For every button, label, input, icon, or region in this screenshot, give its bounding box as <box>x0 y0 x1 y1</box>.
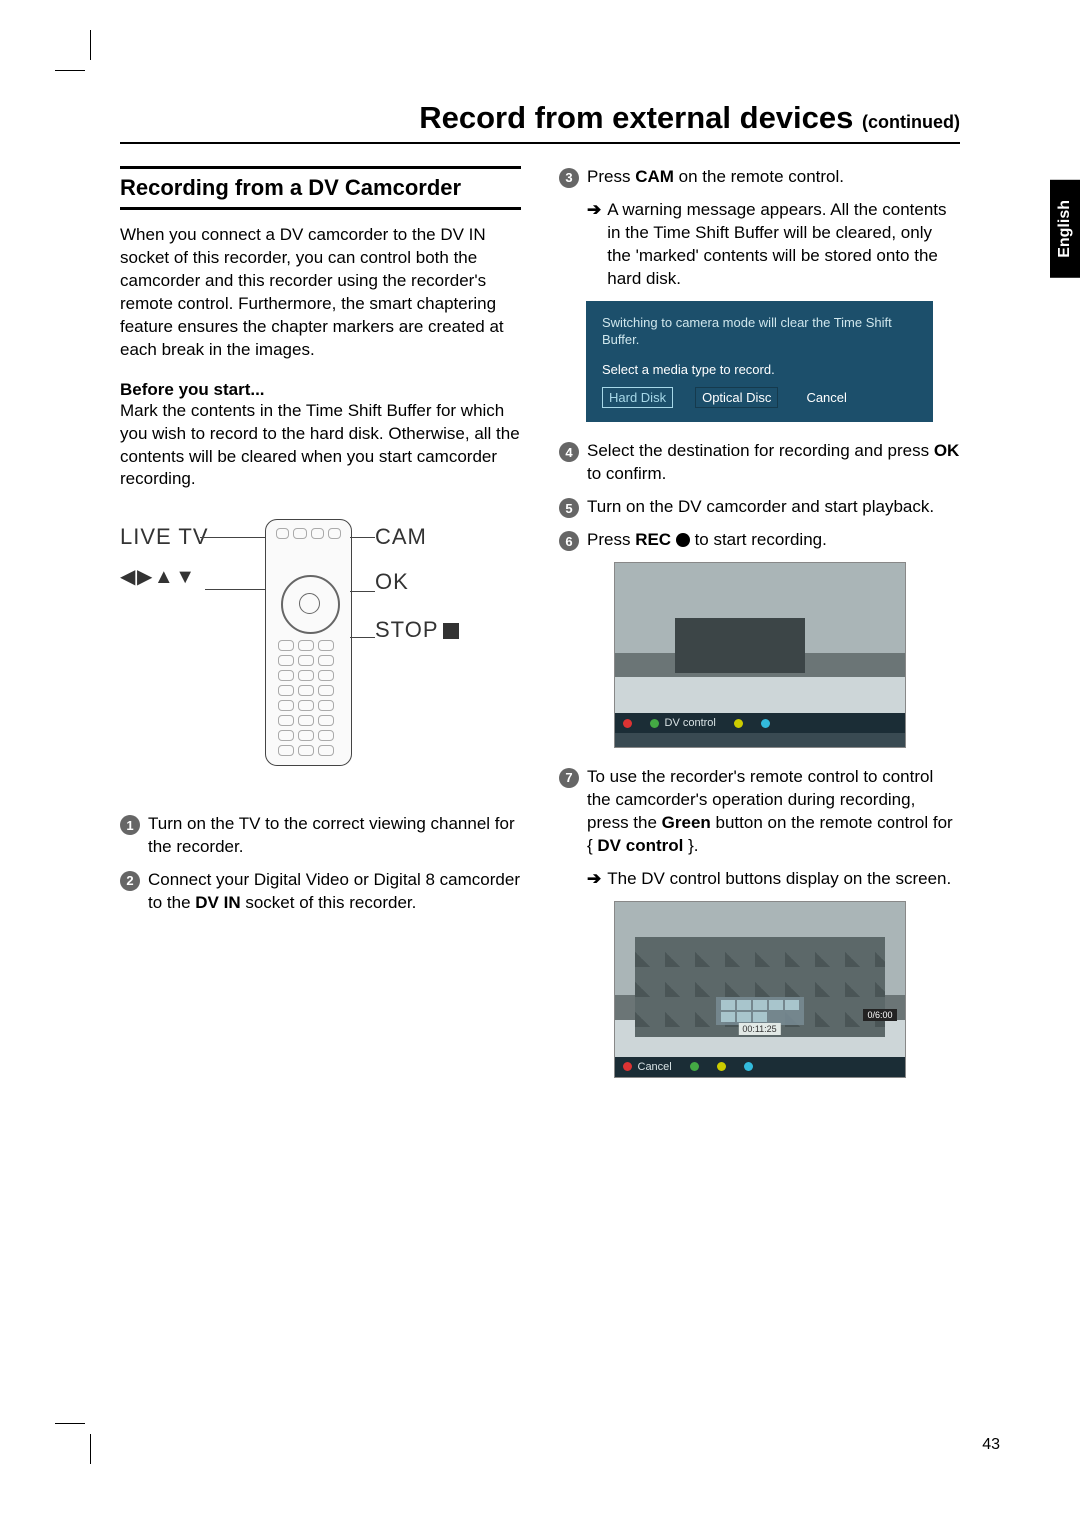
remote-outline <box>265 519 352 766</box>
step-4: 4 Select the destination for recording a… <box>559 440 960 486</box>
dv-control-buttons-screenshot: 0/6:00 00:11:25 Cancel <box>614 901 906 1078</box>
step-1: 1 Turn on the TV to the correct viewing … <box>120 813 521 859</box>
dv-control-label: DV control <box>665 717 716 729</box>
step-7-result: ➔ The DV control buttons display on the … <box>587 868 960 891</box>
cancel-label: Cancel <box>638 1061 672 1073</box>
step-5-text: Turn on the DV camcorder and start playb… <box>587 496 934 519</box>
remote-label-livetv: LIVE TV <box>120 524 209 550</box>
blue-dot-icon <box>761 719 770 728</box>
step-number-icon: 1 <box>120 815 140 835</box>
step-3-text: Press CAM on the remote control. <box>587 166 844 189</box>
step-7: 7 To use the recorder's remote control t… <box>559 766 960 858</box>
playback-controls-overlay <box>716 997 804 1025</box>
step-3-result: ➔ A warning message appears. All the con… <box>587 199 960 291</box>
remote-label-cam: CAM <box>375 524 427 550</box>
remote-label-stop: STOP <box>375 617 459 643</box>
step-7-text: To use the recorder's remote control to … <box>587 766 960 858</box>
step-number-icon: 4 <box>559 442 579 462</box>
dv-control-screenshot: DV control <box>614 562 906 748</box>
arrow-icon: ➔ <box>587 199 601 291</box>
step-2-text: Connect your Digital Video or Digital 8 … <box>148 869 521 915</box>
intro-paragraph: When you connect a DV camcorder to the D… <box>120 224 521 362</box>
step-number-icon: 6 <box>559 531 579 551</box>
step-number-icon: 3 <box>559 168 579 188</box>
yellow-dot-icon <box>734 719 743 728</box>
step-3: 3 Press CAM on the remote control. <box>559 166 960 189</box>
page-number: 43 <box>982 1436 1000 1454</box>
step-number-icon: 7 <box>559 768 579 788</box>
duration-chip: 0/6:00 <box>863 1009 896 1021</box>
yellow-dot-icon <box>717 1062 726 1071</box>
before-you-start-body: Mark the contents in the Time Shift Buff… <box>120 400 521 492</box>
green-dot-icon <box>690 1062 699 1071</box>
step-5: 5 Turn on the DV camcorder and start pla… <box>559 496 960 519</box>
blue-dot-icon <box>744 1062 753 1071</box>
hard-disk-button[interactable]: Hard Disk <box>602 387 673 408</box>
green-dot-icon <box>650 719 659 728</box>
stop-icon <box>443 623 459 639</box>
step-number-icon: 2 <box>120 871 140 891</box>
language-tab: English <box>1050 180 1080 278</box>
remote-diagram: LIVE TV ◀ ▶ ▲ ▼ CAM OK STOP <box>120 509 521 789</box>
arrow-icon: ➔ <box>587 868 601 891</box>
remote-label-ok: OK <box>375 569 409 595</box>
step-1-text: Turn on the TV to the correct viewing ch… <box>148 813 521 859</box>
record-icon <box>676 533 690 547</box>
optical-disc-button[interactable]: Optical Disc <box>695 387 778 408</box>
red-dot-icon <box>623 719 632 728</box>
step-6: 6 Press REC to start recording. <box>559 529 960 552</box>
step-6-text: Press REC to start recording. <box>587 529 827 552</box>
step-4-text: Select the destination for recording and… <box>587 440 960 486</box>
before-you-start-heading: Before you start... <box>120 380 521 400</box>
red-dot-icon <box>623 1062 632 1071</box>
dialog-message: Switching to camera mode will clear the … <box>602 315 917 349</box>
media-select-dialog: Switching to camera mode will clear the … <box>586 301 933 423</box>
step-number-icon: 5 <box>559 498 579 518</box>
page-title: Record from external devices (continued) <box>120 100 960 144</box>
remote-label-arrows: ◀ ▶ ▲ ▼ <box>120 564 193 589</box>
section-heading: Recording from a DV Camcorder <box>120 166 521 210</box>
title-main: Record from external devices <box>419 100 853 135</box>
cancel-button[interactable]: Cancel <box>800 388 852 407</box>
step-2: 2 Connect your Digital Video or Digital … <box>120 869 521 915</box>
title-continued: (continued) <box>862 112 960 132</box>
time-chip: 00:11:25 <box>738 1023 780 1035</box>
dialog-prompt: Select a media type to record. <box>602 362 917 377</box>
